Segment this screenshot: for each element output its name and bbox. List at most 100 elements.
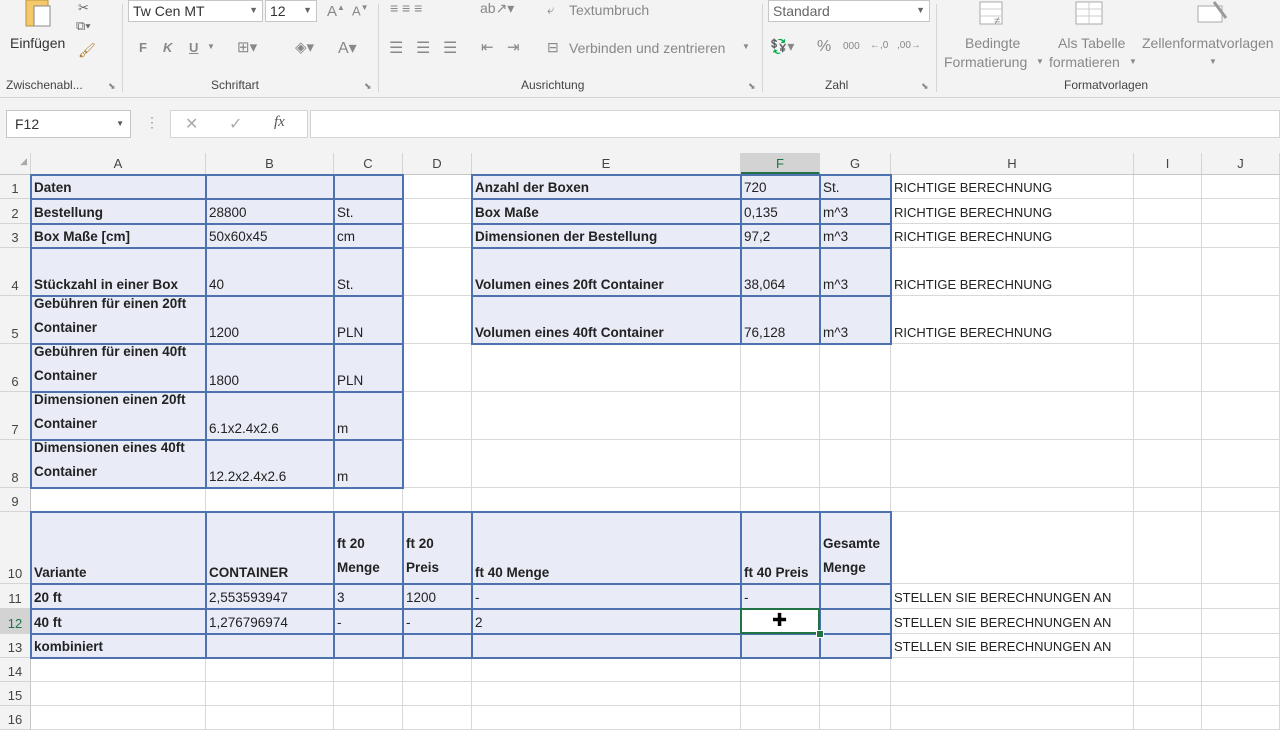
cell-j7[interactable]: [1202, 392, 1280, 440]
alignment-launcher-icon[interactable]: ⬊: [748, 81, 756, 92]
cell-h14[interactable]: [891, 658, 1134, 682]
row-header-16[interactable]: 16: [0, 706, 31, 730]
cell-c7[interactable]: m: [334, 392, 403, 440]
row-header-8[interactable]: 8: [0, 440, 31, 488]
cell-c9[interactable]: [334, 488, 403, 512]
row-header-10[interactable]: 10: [0, 512, 31, 584]
cell-i5[interactable]: [1134, 296, 1202, 344]
conditional-format-button[interactable]: Bedingte: [965, 35, 1020, 51]
cell-j5[interactable]: [1202, 296, 1280, 344]
format-as-table-icon[interactable]: [1074, 0, 1114, 26]
merge-dropdown-icon[interactable]: ▼: [742, 42, 750, 51]
orientation-icon[interactable]: ab↗▾: [480, 0, 514, 17]
cell-d7[interactable]: [403, 392, 472, 440]
decrease-decimal-icon[interactable]: ,00→: [897, 40, 921, 51]
cell-j4[interactable]: [1202, 248, 1280, 296]
cell-h4[interactable]: RICHTIGE BERECHNUNG: [891, 248, 1134, 296]
font-size-combo[interactable]: 12 ▼: [265, 0, 317, 22]
cell-d9[interactable]: [403, 488, 472, 512]
column-header-j[interactable]: J: [1202, 153, 1280, 174]
cell-h6[interactable]: [891, 344, 1134, 392]
cell-a15[interactable]: [31, 682, 206, 706]
cell-b10[interactable]: CONTAINER: [206, 512, 334, 584]
formula-input[interactable]: [310, 110, 1280, 138]
decrease-font-icon[interactable]: A▼: [352, 3, 369, 18]
cell-e9[interactable]: [472, 488, 741, 512]
cell-e2[interactable]: Box Maße: [472, 199, 741, 224]
format-as-table-button[interactable]: Als Tabelle: [1058, 35, 1125, 51]
cell-b8[interactable]: 12.2x2.4x2.6: [206, 440, 334, 488]
name-box[interactable]: F12 ▼: [6, 110, 131, 138]
cell-f13[interactable]: [741, 634, 820, 658]
cell-j3[interactable]: [1202, 224, 1280, 248]
cell-h11[interactable]: STELLEN SIE BERECHNUNGEN AN: [891, 584, 1134, 609]
align-right-icon[interactable]: ☰: [443, 38, 457, 58]
cell-g10[interactable]: Gesamte Menge: [820, 512, 891, 584]
cell-d15[interactable]: [403, 682, 472, 706]
cell-g6[interactable]: [820, 344, 891, 392]
wrap-text-icon[interactable]: ⤶: [547, 2, 554, 18]
cell-c5[interactable]: PLN: [334, 296, 403, 344]
cell-g12[interactable]: [820, 609, 891, 634]
cell-g1[interactable]: St.: [820, 175, 891, 199]
cell-f4[interactable]: 38,064: [741, 248, 820, 296]
cell-i8[interactable]: [1134, 440, 1202, 488]
cell-d10[interactable]: ft 20 Preis: [403, 512, 472, 584]
column-header-d[interactable]: D: [403, 153, 472, 174]
cell-d1[interactable]: [403, 175, 472, 199]
cell-j9[interactable]: [1202, 488, 1280, 512]
cell-c16[interactable]: [334, 706, 403, 730]
cell-d14[interactable]: [403, 658, 472, 682]
enter-icon[interactable]: ✓: [229, 114, 242, 134]
cell-d11[interactable]: 1200: [403, 584, 472, 609]
cell-b12[interactable]: 1,276796974: [206, 609, 334, 634]
cell-a14[interactable]: [31, 658, 206, 682]
cell-a11[interactable]: 20 ft: [31, 584, 206, 609]
number-format-combo[interactable]: Standard ▼: [768, 0, 930, 22]
cell-d3[interactable]: [403, 224, 472, 248]
cell-e10[interactable]: ft 40 Menge: [472, 512, 741, 584]
cell-g14[interactable]: [820, 658, 891, 682]
row-header-2[interactable]: 2: [0, 199, 31, 224]
cell-c15[interactable]: [334, 682, 403, 706]
cell-j8[interactable]: [1202, 440, 1280, 488]
cell-b7[interactable]: 6.1x2.4x2.6: [206, 392, 334, 440]
row-header-12[interactable]: 12: [0, 609, 31, 634]
fill-color-icon[interactable]: ◈▾: [295, 38, 314, 56]
column-header-e[interactable]: E: [472, 153, 741, 174]
align-center-icon[interactable]: ☰: [416, 38, 430, 58]
cell-g5[interactable]: m^3: [820, 296, 891, 344]
merge-center-button[interactable]: Verbinden und zentrieren: [569, 40, 725, 56]
cell-a8[interactable]: Dimensionen eines 40ft Container: [31, 440, 206, 488]
cell-a6[interactable]: Gebühren für einen 40ft Container: [31, 344, 206, 392]
cell-g7[interactable]: [820, 392, 891, 440]
cell-f15[interactable]: [741, 682, 820, 706]
cell-i4[interactable]: [1134, 248, 1202, 296]
cell-b1[interactable]: [206, 175, 334, 199]
cell-i9[interactable]: [1134, 488, 1202, 512]
cell-h5[interactable]: RICHTIGE BERECHNUNG: [891, 296, 1134, 344]
cell-f14[interactable]: [741, 658, 820, 682]
cell-e6[interactable]: [472, 344, 741, 392]
insert-function-button[interactable]: fx: [274, 114, 285, 131]
bold-button[interactable]: F: [139, 40, 147, 55]
wrap-text-button[interactable]: Textumbruch: [569, 2, 649, 18]
format-painter-icon[interactable]: 🖌: [78, 42, 96, 59]
thousands-icon[interactable]: 000: [843, 41, 860, 52]
cell-e16[interactable]: [472, 706, 741, 730]
cell-c12[interactable]: -: [334, 609, 403, 634]
cell-b13[interactable]: [206, 634, 334, 658]
cell-d13[interactable]: [403, 634, 472, 658]
underline-dropdown-icon[interactable]: ▼: [207, 42, 215, 51]
cell-d8[interactable]: [403, 440, 472, 488]
cell-g3[interactable]: m^3: [820, 224, 891, 248]
clipboard-launcher-icon[interactable]: ⬊: [108, 81, 116, 92]
cell-a7[interactable]: Dimensionen einen 20ft Container: [31, 392, 206, 440]
cell-e12[interactable]: 2: [472, 609, 741, 634]
cell-h10[interactable]: [891, 512, 1134, 584]
copy-icon[interactable]: ⧉▾: [76, 18, 91, 34]
cell-b11[interactable]: 2,553593947: [206, 584, 334, 609]
cell-f11[interactable]: -: [741, 584, 820, 609]
border-icon[interactable]: ⊞▾: [237, 38, 257, 56]
increase-indent-icon[interactable]: ⇥: [507, 38, 520, 56]
